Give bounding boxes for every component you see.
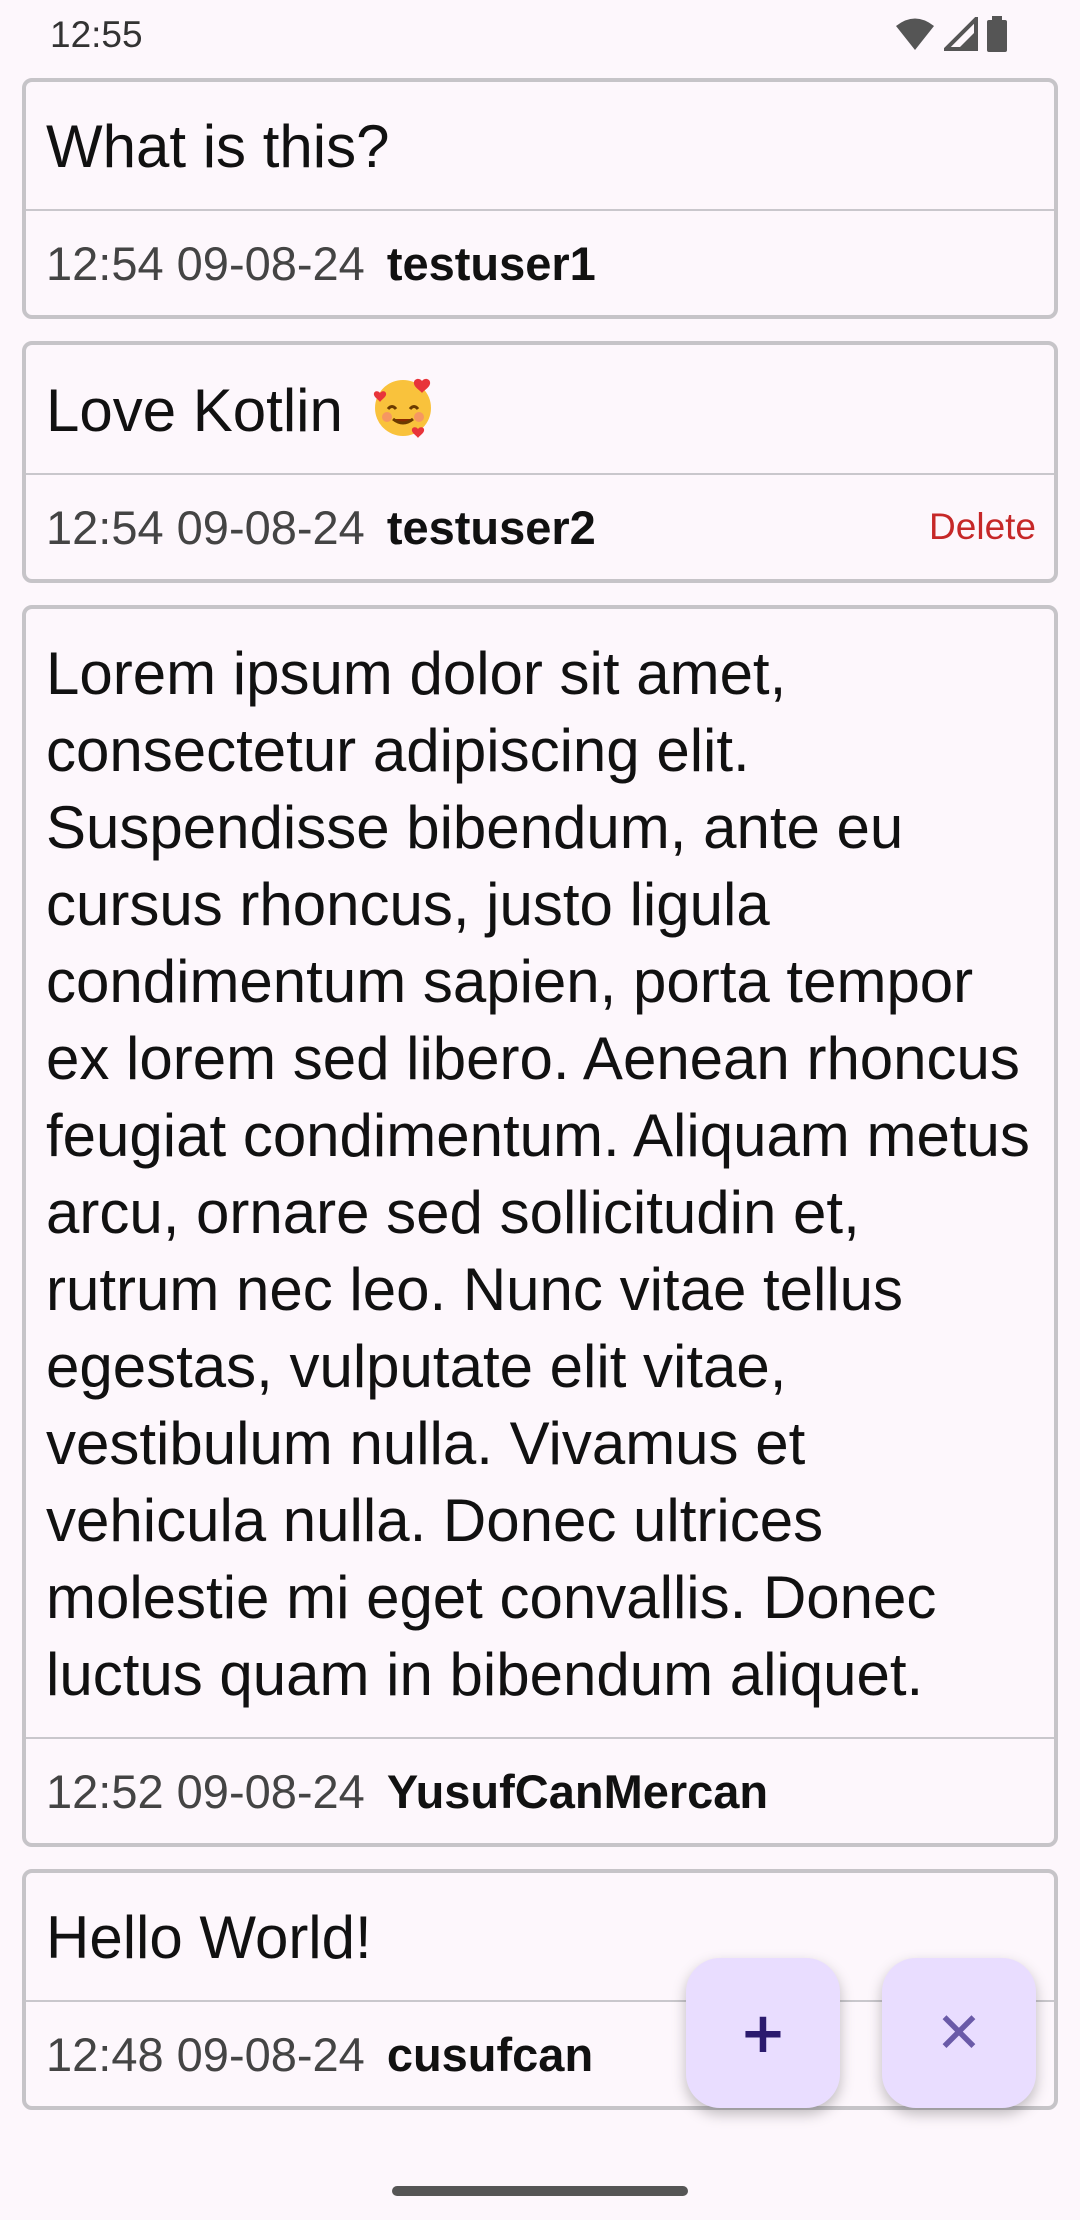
post-user: testuser2 — [386, 500, 596, 554]
status-bar: 12:55 — [0, 0, 1080, 68]
status-icons — [894, 16, 1008, 52]
post-meta: 12:52 09-08-24 YusufCanMercan — [26, 1739, 1054, 1843]
post-text: What is this? — [26, 82, 1054, 211]
post-time: 12:52 09-08-24 — [46, 1764, 365, 1818]
status-time: 12:55 — [50, 14, 143, 55]
post-meta: 12:54 09-08-24 testuser1 — [26, 211, 1054, 315]
close-icon: ✕ — [935, 2000, 983, 2066]
add-post-button[interactable]: + — [686, 1958, 840, 2108]
post-text: Love Kotlin — [46, 377, 343, 444]
gesture-nav-handle[interactable] — [392, 2186, 688, 2196]
delete-button[interactable]: Delete — [929, 506, 1036, 548]
smiling-face-with-hearts-icon — [373, 378, 431, 438]
battery-icon — [987, 16, 1007, 52]
close-button[interactable]: ✕ — [882, 1958, 1036, 2108]
post-text-row: Love Kotlin — [26, 345, 1054, 475]
post-meta: 12:54 09-08-24 testuser2 Delete — [26, 475, 1054, 579]
post-user: testuser1 — [386, 236, 596, 290]
post-user: cusufcan — [386, 2027, 594, 2081]
post-text: Lorem ipsum dolor sit amet, consectetur … — [26, 609, 1054, 1739]
post-time: 12:48 09-08-24 — [46, 2027, 365, 2081]
post-card[interactable]: Lorem ipsum dolor sit amet, consectetur … — [22, 605, 1058, 1847]
post-card[interactable]: What is this? 12:54 09-08-24 testuser1 — [22, 78, 1058, 319]
wifi-icon — [896, 18, 934, 50]
post-feed[interactable]: What is this? 12:54 09-08-24 testuser1 L… — [22, 78, 1058, 2154]
post-user: YusufCanMercan — [386, 1764, 769, 1818]
post-time: 12:54 09-08-24 — [46, 236, 365, 290]
post-time: 12:54 09-08-24 — [46, 500, 365, 554]
plus-icon: + — [739, 2000, 787, 2066]
post-card[interactable]: Love Kotlin 12:54 09-08-24 testuser2 Del… — [22, 341, 1058, 583]
signal-icon — [944, 17, 978, 51]
